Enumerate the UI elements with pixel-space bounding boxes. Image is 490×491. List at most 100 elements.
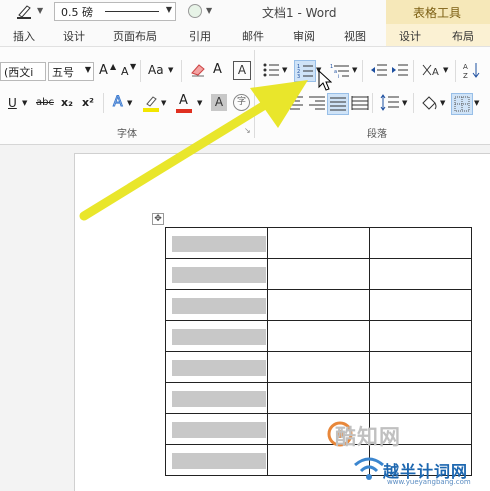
chevron-down-icon[interactable]: ▼ <box>127 99 132 107</box>
chevron-down-icon[interactable]: ▼ <box>161 99 166 107</box>
subscript-button[interactable]: x₂ <box>61 96 73 109</box>
tab-table-design[interactable]: 设计 <box>399 28 421 44</box>
highlight-color-button[interactable] <box>143 94 159 112</box>
text-effects-button[interactable]: A <box>113 94 124 111</box>
shrink-font-arrow-icon: ▼ <box>130 62 137 71</box>
chevron-down-icon[interactable]: ▼ <box>443 66 448 74</box>
table-cell[interactable] <box>369 320 472 352</box>
chevron-down-icon[interactable]: ▼ <box>22 99 27 107</box>
tab-table-layout[interactable]: 布局 <box>452 28 474 44</box>
chevron-down-icon[interactable]: ▼ <box>352 66 357 74</box>
pen-style-dropdown-icon[interactable]: ▼ <box>37 6 43 15</box>
table-cell[interactable] <box>369 289 472 321</box>
font-name-value: (西文i <box>4 66 34 79</box>
table-cell[interactable] <box>369 382 472 414</box>
shrink-font-button[interactable]: A <box>121 65 129 78</box>
enclose-characters-button[interactable]: 字 <box>233 94 250 111</box>
change-case-button[interactable]: Aa <box>148 63 164 77</box>
table-cell[interactable] <box>165 413 268 445</box>
grow-font-arrow-icon: ▲ <box>110 62 117 71</box>
font-size-select[interactable]: 五号 ▼ <box>48 62 94 81</box>
decrease-indent-icon[interactable] <box>370 62 388 78</box>
chevron-down-icon[interactable]: ▼ <box>440 99 445 107</box>
bullets-icon[interactable] <box>262 62 280 78</box>
chevron-down-icon[interactable]: ▼ <box>197 99 202 107</box>
table-cell[interactable] <box>369 351 472 383</box>
character-shading-button[interactable]: A <box>211 94 227 111</box>
document-table[interactable] <box>165 227 472 476</box>
tab-mailings[interactable]: 邮件 <box>242 28 264 44</box>
paragraph-group-label: 段落 <box>367 129 387 140</box>
chevron-down-icon[interactable]: ▼ <box>402 99 407 107</box>
tab-review[interactable]: 审阅 <box>293 28 315 44</box>
line-weight-preview <box>105 11 159 12</box>
table-cell[interactable] <box>369 258 472 290</box>
svg-text:3: 3 <box>297 74 300 80</box>
table-cell[interactable] <box>165 258 268 290</box>
tab-design[interactable]: 设计 <box>63 28 85 44</box>
chevron-down-icon[interactable]: ▼ <box>168 66 173 74</box>
tab-insert[interactable]: 插入 <box>13 28 35 44</box>
table-row <box>165 258 472 290</box>
redacted-cell-content <box>172 267 266 283</box>
asian-layout-icon[interactable]: A <box>421 62 441 78</box>
svg-text:i: i <box>338 74 339 78</box>
table-cell[interactable] <box>165 320 268 352</box>
svg-text:Z: Z <box>463 72 468 79</box>
table-cell[interactable] <box>267 258 370 290</box>
chevron-down-icon: ▼ <box>84 65 91 74</box>
character-border-button[interactable]: A <box>233 61 251 80</box>
tab-view[interactable]: 视图 <box>344 28 366 44</box>
clear-formatting-icon[interactable] <box>189 62 207 78</box>
tab-references[interactable]: 引用 <box>189 28 211 44</box>
chevron-down-icon[interactable]: ▼ <box>282 66 287 74</box>
align-left-icon[interactable] <box>262 95 280 111</box>
tab-page-layout[interactable]: 页面布局 <box>113 28 157 44</box>
grow-font-button[interactable]: A <box>99 63 108 78</box>
table-cell[interactable] <box>165 227 268 259</box>
justify-icon <box>330 97 346 111</box>
svg-text:A: A <box>432 67 439 78</box>
watermark-site-name: 酷知网 <box>335 425 401 449</box>
table-move-handle-icon[interactable]: ✥ <box>152 213 164 225</box>
chevron-down-icon[interactable]: ▼ <box>474 99 479 107</box>
strikethrough-button[interactable]: abc <box>36 97 54 108</box>
font-dialog-launcher-icon[interactable]: ↘ <box>244 126 251 135</box>
distributed-icon[interactable] <box>351 95 369 111</box>
table-cell[interactable] <box>165 444 268 476</box>
line-spacing-icon[interactable] <box>380 94 400 112</box>
watermark-url: www.yueyangbang.com <box>387 478 471 486</box>
table-cell[interactable] <box>267 351 370 383</box>
table-cell[interactable] <box>165 382 268 414</box>
font-color-button[interactable]: A <box>176 93 192 113</box>
superscript-button[interactable]: x² <box>82 96 94 109</box>
table-cell[interactable] <box>267 320 370 352</box>
table-cell[interactable] <box>165 351 268 383</box>
table-cell[interactable] <box>267 382 370 414</box>
table-cell[interactable] <box>165 289 268 321</box>
phonetic-guide-button[interactable]: A <box>213 62 222 77</box>
align-center-icon[interactable] <box>286 95 304 111</box>
redacted-cell-content <box>172 360 266 376</box>
shading-icon[interactable] <box>420 94 438 112</box>
pen-color-button[interactable] <box>188 4 202 18</box>
line-weight-select[interactable]: 0.5 磅 ▼ <box>54 2 176 21</box>
line-weight-value: 0.5 磅 <box>61 6 93 19</box>
font-name-select[interactable]: (西文i <box>0 62 46 81</box>
font-group-label: 字体 <box>117 129 137 140</box>
increase-indent-icon[interactable] <box>391 62 409 78</box>
multilevel-list-icon[interactable]: 1ai <box>330 62 350 78</box>
numbering-button[interactable]: 123 <box>294 60 316 82</box>
pen-style-icon[interactable] <box>16 3 34 19</box>
table-tools-label: 表格工具 <box>413 6 462 20</box>
borders-button[interactable] <box>451 93 473 115</box>
justify-button[interactable] <box>327 93 349 115</box>
table-cell[interactable] <box>369 227 472 259</box>
divider <box>413 60 414 82</box>
sort-icon[interactable]: AZ <box>463 61 481 79</box>
table-cell[interactable] <box>267 289 370 321</box>
underline-button[interactable]: U <box>8 96 17 110</box>
pen-color-dropdown-icon[interactable]: ▼ <box>206 6 212 15</box>
align-right-icon[interactable] <box>308 95 326 111</box>
table-cell[interactable] <box>267 227 370 259</box>
